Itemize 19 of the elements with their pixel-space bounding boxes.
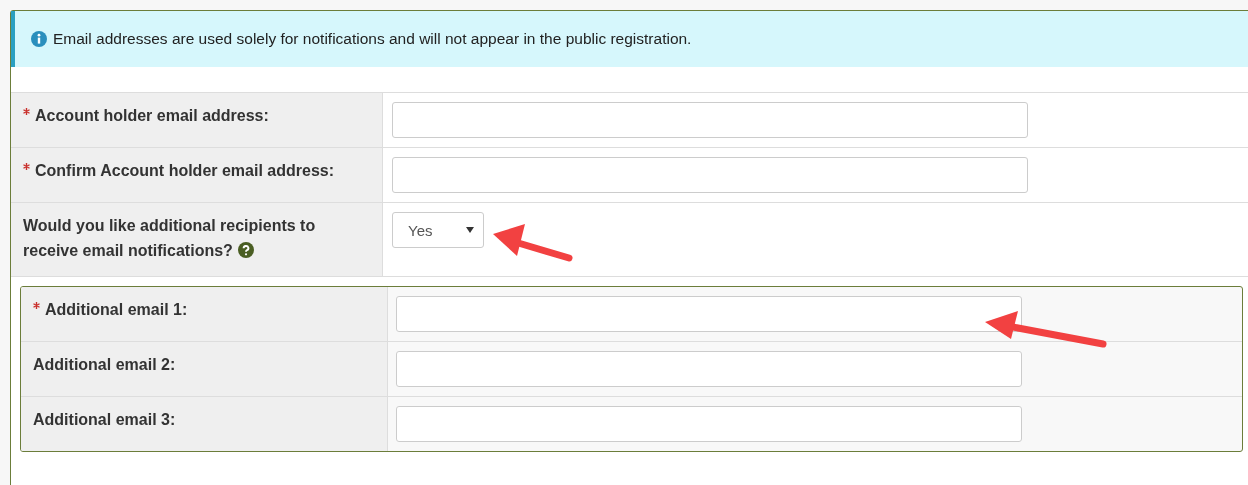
email-input[interactable]	[396, 351, 1022, 387]
info-icon	[31, 31, 47, 47]
field-label: Additional email 3:	[33, 410, 176, 430]
email-input[interactable]	[396, 296, 1022, 332]
field-label: Additional email 2:	[33, 355, 176, 375]
required-icon	[23, 108, 30, 115]
yes-no-dropdown[interactable]: Yes	[392, 212, 484, 248]
field-label: Would you like additional recipients to receive email notifications?	[23, 216, 317, 261]
email-input[interactable]	[396, 406, 1022, 442]
email-input[interactable]	[392, 157, 1028, 193]
alert-text: Email addresses are used solely for notifications and will not appear in the public registration.	[53, 30, 692, 48]
email-input[interactable]	[392, 102, 1028, 138]
required-icon	[33, 302, 40, 309]
field-label: Account holder email address:	[35, 106, 269, 126]
caret-icon	[466, 227, 474, 233]
required-icon	[23, 163, 30, 170]
help-icon	[237, 242, 254, 258]
field-label: Confirm Account holder email address:	[35, 161, 334, 181]
field-label: Additional email 1:	[45, 300, 188, 320]
